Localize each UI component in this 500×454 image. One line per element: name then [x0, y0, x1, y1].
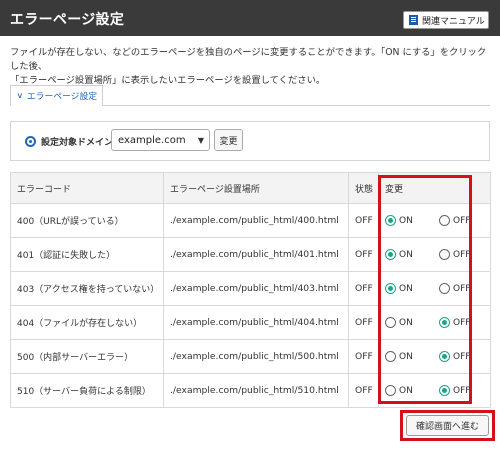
domain-radio[interactable]: [25, 136, 36, 147]
radio-on-button[interactable]: [385, 283, 396, 294]
error-code-cell: 510（サーバー負荷による制限）: [10, 373, 164, 408]
on-off-radio-group: ON OFF: [385, 385, 490, 396]
page-header: エラーページ設定 関連マニュアル: [0, 0, 500, 36]
error-code-cell: 401（認証に失敗した）: [10, 237, 164, 272]
on-off-radio-group: ON OFF: [385, 283, 490, 294]
table-row: 403（アクセス権を持っていない） ./example.com/public_ht…: [10, 271, 491, 306]
table-row: 500（内部サーバーエラー） ./example.com/public_html/…: [10, 339, 491, 374]
radio-on-label: ON: [399, 283, 413, 294]
error-code-cell: 400（URLが誤っている）: [10, 203, 164, 238]
radio-off[interactable]: OFF: [439, 351, 483, 362]
radio-on-button[interactable]: [385, 317, 396, 328]
radio-on-button[interactable]: [385, 249, 396, 260]
tab-label: エラーページ設定: [26, 92, 98, 102]
radio-on[interactable]: ON: [385, 385, 429, 396]
radio-off-button[interactable]: [439, 249, 450, 260]
domain-select-value: example.com: [118, 134, 186, 146]
radio-off-label: OFF: [453, 317, 471, 328]
chevron-down-icon: ∨: [16, 91, 24, 100]
tab-error-page-settings[interactable]: ∨ エラーページ設定: [10, 85, 103, 106]
error-page-table: エラーコード エラーページ設置場所 状態 変更 400（URLが誤っている） ./…: [10, 172, 491, 408]
radio-off-label: OFF: [453, 215, 471, 226]
radio-on[interactable]: ON: [385, 317, 429, 328]
radio-off-label: OFF: [453, 283, 471, 294]
page-location-cell: ./example.com/public_html/510.html: [163, 373, 349, 408]
on-off-radio-group: ON OFF: [385, 351, 490, 362]
page-location-cell: ./example.com/public_html/404.html: [163, 305, 349, 340]
on-off-radio-group: ON OFF: [385, 317, 490, 328]
table-header-row: エラーコード エラーページ設置場所 状態 変更: [10, 172, 491, 204]
change-cell: ON OFF: [378, 373, 491, 408]
state-cell: OFF: [348, 305, 379, 340]
header-error-code: エラーコード: [10, 172, 164, 204]
radio-on-button[interactable]: [385, 351, 396, 362]
state-cell: OFF: [348, 339, 379, 374]
change-cell: ON OFF: [378, 339, 491, 374]
page-location-cell: ./example.com/public_html/400.html: [163, 203, 349, 238]
state-cell: OFF: [348, 271, 379, 306]
on-off-radio-group: ON OFF: [385, 249, 490, 260]
domain-selector-panel: 設定対象ドメイン example.com ▼ 変更: [10, 121, 490, 161]
page-location-cell: ./example.com/public_html/401.html: [163, 237, 349, 272]
radio-on[interactable]: ON: [385, 249, 429, 260]
radio-off-button[interactable]: [439, 385, 450, 396]
manual-button-label: 関連マニュアル: [422, 16, 485, 27]
domain-label: 設定対象ドメイン: [41, 138, 114, 148]
header-page-location: エラーページ設置場所: [163, 172, 349, 204]
radio-off[interactable]: OFF: [439, 283, 483, 294]
confirm-button[interactable]: 確認画面へ進む: [406, 415, 489, 436]
manual-button[interactable]: 関連マニュアル: [403, 11, 489, 29]
radio-off-button[interactable]: [439, 351, 450, 362]
radio-on[interactable]: ON: [385, 283, 429, 294]
domain-select[interactable]: example.com ▼: [111, 129, 210, 151]
change-domain-button[interactable]: 変更: [214, 129, 243, 151]
radio-off-button[interactable]: [439, 283, 450, 294]
radio-on-button[interactable]: [385, 215, 396, 226]
table-row: 404（ファイルが存在しない） ./example.com/public_html…: [10, 305, 491, 340]
radio-on-label: ON: [399, 249, 413, 260]
radio-off-label: OFF: [453, 351, 471, 362]
header-change: 変更: [378, 172, 491, 204]
table-row: 510（サーバー負荷による制限） ./example.com/public_htm…: [10, 373, 491, 408]
page-title: エラーページ設定: [10, 12, 125, 28]
page-location-cell: ./example.com/public_html/403.html: [163, 271, 349, 306]
header-state: 状態: [348, 172, 379, 204]
table-row: 401（認証に失敗した） ./example.com/public_html/40…: [10, 237, 491, 272]
radio-on[interactable]: ON: [385, 351, 429, 362]
error-code-cell: 403（アクセス権を持っていない）: [10, 271, 164, 306]
radio-on[interactable]: ON: [385, 215, 429, 226]
table-row: 400（URLが誤っている） ./example.com/public_html/…: [10, 203, 491, 238]
on-off-radio-group: ON OFF: [385, 215, 490, 226]
state-cell: OFF: [348, 203, 379, 238]
change-cell: ON OFF: [378, 203, 491, 238]
book-icon: [409, 15, 418, 25]
radio-on-label: ON: [399, 385, 413, 396]
radio-on-label: ON: [399, 317, 413, 328]
change-cell: ON OFF: [378, 271, 491, 306]
description-line-1: ファイルが存在しない、などのエラーページを独自のページに変更することができます。…: [10, 47, 487, 72]
radio-off-label: OFF: [453, 249, 471, 260]
chevron-down-icon: ▼: [197, 136, 204, 145]
radio-off-label: OFF: [453, 385, 471, 396]
description: ファイルが存在しない、などのエラーページを独自のページに変更することができます。…: [10, 46, 494, 88]
radio-on-label: ON: [399, 215, 413, 226]
page-location-cell: ./example.com/public_html/500.html: [163, 339, 349, 374]
radio-off-button[interactable]: [439, 317, 450, 328]
change-cell: ON OFF: [378, 305, 491, 340]
change-cell: ON OFF: [378, 237, 491, 272]
radio-off[interactable]: OFF: [439, 215, 483, 226]
state-cell: OFF: [348, 237, 379, 272]
radio-off[interactable]: OFF: [439, 317, 483, 328]
state-cell: OFF: [348, 373, 379, 408]
radio-off[interactable]: OFF: [439, 385, 483, 396]
error-code-cell: 500（内部サーバーエラー）: [10, 339, 164, 374]
error-code-cell: 404（ファイルが存在しない）: [10, 305, 164, 340]
radio-on-button[interactable]: [385, 385, 396, 396]
radio-on-label: ON: [399, 351, 413, 362]
radio-off[interactable]: OFF: [439, 249, 483, 260]
radio-off-button[interactable]: [439, 215, 450, 226]
